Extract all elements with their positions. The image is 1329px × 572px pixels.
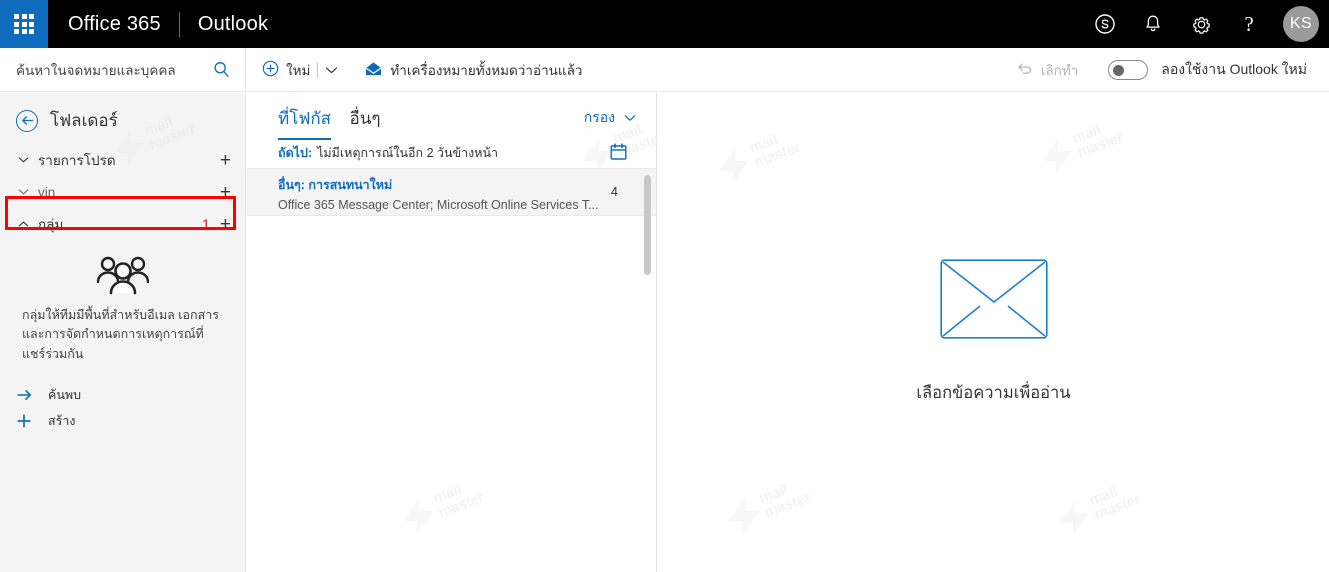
help-icon[interactable]: ? xyxy=(1225,0,1273,48)
chevron-down-icon xyxy=(325,63,338,78)
tab-focused[interactable]: ที่โฟกัส xyxy=(278,105,332,140)
chevron-down-icon[interactable] xyxy=(16,156,30,164)
sidebar-item-groups[interactable]: กลุ่ม 1 + xyxy=(0,208,245,240)
avatar[interactable]: KS xyxy=(1273,0,1329,48)
watermark-logo-icon xyxy=(719,149,749,183)
add-favorite-button[interactable]: + xyxy=(220,151,233,170)
message-list-pane: mail master mail master ที่โฟกัส อื่นๆ กรอ… xyxy=(247,93,666,572)
filter-button[interactable]: กรอง xyxy=(584,107,636,129)
try-new-outlook-toggle[interactable]: ลองใช้งาน Outlook ใหม่ xyxy=(1108,59,1307,81)
add-folder-button[interactable]: + xyxy=(220,183,233,202)
sidebar-item-label: vin xyxy=(38,184,56,200)
app-name-label[interactable]: Outlook xyxy=(198,13,268,36)
watermark-text: mail master xyxy=(746,131,803,172)
toggle-knob xyxy=(1113,65,1125,76)
message-list-header: ที่โฟกัส อื่นๆ กรอง xyxy=(247,93,656,140)
suite-bar-actions: ? KS xyxy=(1081,0,1329,48)
new-mail-label: ใหม่ xyxy=(286,63,311,78)
back-arrow-circle-icon[interactable] xyxy=(16,109,38,132)
chevron-down-icon[interactable] xyxy=(16,188,30,196)
groups-promo-description: กลุ่มให้ทีมมีพื้นที่สำหรับอีเมล เอกสาร แ… xyxy=(22,308,219,361)
office-brand-label[interactable]: Office 365 xyxy=(68,13,161,36)
sidebar-item-label: กลุ่ม xyxy=(38,217,64,232)
mark-all-read-button[interactable]: ทำเครื่องหมายทั้งหมดว่าอ่านแล้ว xyxy=(364,48,582,92)
groups-promo: กลุ่มให้ทีมมีพื้นที่สำหรับอีเมล เอกสาร แ… xyxy=(0,240,245,364)
message-list-scrollbar[interactable] xyxy=(644,175,651,275)
watermark-text: mail master xyxy=(756,481,813,522)
calendar-icon[interactable] xyxy=(609,142,628,166)
new-mail-button[interactable]: ใหม่ xyxy=(262,48,310,92)
undo-label: เลิกทำ xyxy=(1040,63,1079,78)
app-launcher-button[interactable] xyxy=(0,0,48,48)
sidebar-item-label: ค้นพบ xyxy=(48,388,82,403)
next-event-bar: ถัดไป: ไม่มีเหตุการณ์ในอีก 2 วันข้างหน้า xyxy=(247,138,656,168)
search-area xyxy=(0,48,246,92)
help-question-glyph: ? xyxy=(1244,11,1254,36)
mark-all-read-label: ทำเครื่องหมายทั้งหมดว่าอ่านแล้ว xyxy=(390,63,583,78)
sidebar-item-label: รายการโปรด xyxy=(38,153,116,168)
sidebar-item-vin[interactable]: vin + xyxy=(0,176,245,208)
toggle-switch[interactable] xyxy=(1108,60,1149,80)
watermark-text: mail master xyxy=(430,481,487,522)
undo-arrow-icon xyxy=(1016,61,1033,79)
app-launcher-grid-icon xyxy=(14,14,34,34)
people-group-icon xyxy=(22,254,223,296)
new-mail-dropdown[interactable] xyxy=(325,48,338,92)
next-event-value: ไม่มีเหตุการณ์ในอีก 2 วันข้างหน้า xyxy=(317,146,499,160)
arrow-right-icon xyxy=(14,389,34,401)
new-button-divider xyxy=(317,62,319,78)
folder-pane: mail master โฟลเดอร์ รายการโปรด + vin + … xyxy=(0,93,246,572)
command-bar-right: เลิกทำ ลองใช้งาน Outlook ใหม่ xyxy=(1016,48,1307,92)
plus-icon xyxy=(14,414,34,428)
settings-gear-icon[interactable] xyxy=(1177,0,1225,48)
watermark-logo-icon xyxy=(1059,501,1089,535)
envelope-outline-icon xyxy=(939,259,1048,344)
list-item[interactable]: อื่นๆ: การสนทนาใหม่ Office 365 Message C… xyxy=(247,168,656,216)
suite-bar: Office 365 Outlook ? KS xyxy=(0,0,1329,48)
open-envelope-icon xyxy=(364,61,383,80)
groups-count-badge: 1 xyxy=(202,216,210,232)
undo-button[interactable]: เลิกทำ xyxy=(1016,59,1079,81)
avatar-initials: KS xyxy=(1283,6,1319,42)
circle-plus-icon xyxy=(262,60,279,80)
page-title: โฟลเดอร์ xyxy=(50,111,118,130)
next-event-key: ถัดไป: xyxy=(278,146,313,160)
watermark-logo-icon xyxy=(1042,139,1072,173)
try-new-outlook-label: ลองใช้งาน Outlook ใหม่ xyxy=(1161,61,1307,77)
watermark-logo-icon xyxy=(729,499,759,533)
folder-pane-header[interactable]: โฟลเดอร์ xyxy=(0,93,245,144)
search-icon[interactable] xyxy=(212,60,231,84)
message-preview: Office 365 Message Center; Microsoft Onl… xyxy=(278,198,599,212)
sidebar-item-favorites[interactable]: รายการโปรด + xyxy=(0,144,245,176)
command-bar-actions: ใหม่ ทำเครื่องหมายทั้งหมดว่าอ่านแล้ว xyxy=(262,48,582,92)
suite-divider xyxy=(178,11,180,37)
watermark-logo-icon xyxy=(403,499,433,533)
notifications-bell-icon[interactable] xyxy=(1129,0,1177,48)
sidebar-item-create[interactable]: สร้าง xyxy=(0,408,245,434)
sidebar-item-label: สร้าง xyxy=(48,414,76,429)
reading-pane-empty-text: เลือกข้อความเพื่ออ่าน xyxy=(916,384,1071,402)
add-group-button[interactable]: + xyxy=(220,215,233,234)
message-subject: อื่นๆ: การสนทนาใหม่ xyxy=(278,178,393,192)
chevron-down-icon xyxy=(624,114,636,122)
command-bar: ใหม่ ทำเครื่องหมายทั้งหมดว่าอ xyxy=(0,48,1329,92)
chevron-up-icon[interactable] xyxy=(16,220,30,228)
sidebar-item-discover[interactable]: ค้นพบ xyxy=(0,382,245,408)
skype-icon[interactable] xyxy=(1081,0,1129,48)
message-count-badge: 4 xyxy=(610,184,618,199)
watermark-text: mail master xyxy=(1086,483,1143,524)
watermark-text: mail master xyxy=(1069,121,1126,162)
tab-other[interactable]: อื่นๆ xyxy=(350,105,381,140)
filter-label: กรอง xyxy=(583,109,615,125)
search-input[interactable] xyxy=(16,62,196,78)
outlook-web-app: Office 365 Outlook ? KS ค้นหาในจดหมายและ… xyxy=(0,0,1329,572)
reading-pane: mail master mail master mail master mail… xyxy=(658,93,1329,572)
